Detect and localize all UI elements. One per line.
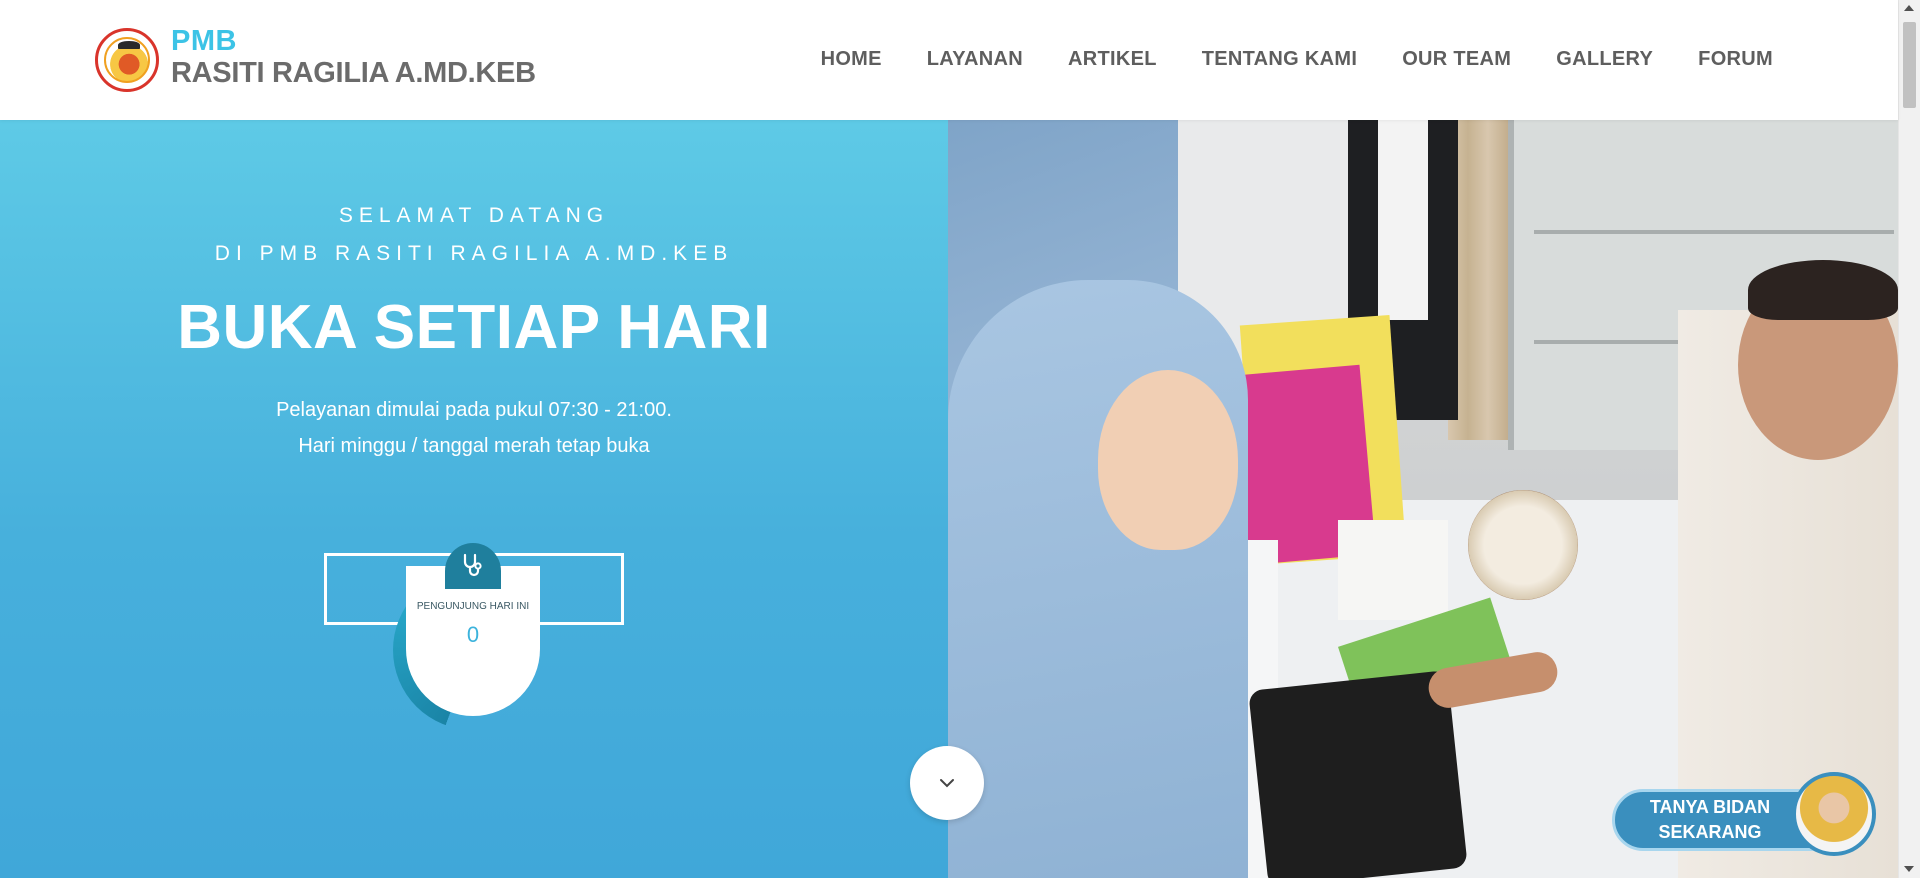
nav-artikel[interactable]: ARTIKEL	[1068, 48, 1157, 71]
welcome-line-2: DI PMB RASITI RAGILIA A.MD.KEB	[214, 242, 734, 265]
nav-home[interactable]: HOME	[821, 48, 882, 71]
clinic-logo[interactable]	[95, 28, 159, 92]
chat-label-line-2[interactable]: SEKARANG	[1612, 822, 1808, 843]
scroll-up-arrow-icon[interactable]	[1904, 5, 1914, 11]
nav-tentang-kami[interactable]: TENTANG KAMI	[1202, 48, 1357, 71]
nav-layanan[interactable]: LAYANAN	[927, 48, 1023, 71]
logo-bird-icon	[118, 41, 140, 49]
hero-panel: SELAMAT DATANG DI PMB RASITI RAGILIA A.M…	[0, 120, 948, 878]
chevron-down-icon	[940, 779, 954, 788]
nav-gallery[interactable]: GALLERY	[1556, 48, 1653, 71]
visitor-counter-value: 0	[466, 622, 480, 647]
brand-name-bottom[interactable]: RASITI RAGILIA A.MD.KEB	[171, 57, 536, 90]
welcome-line-1: SELAMAT DATANG	[338, 204, 610, 227]
scroll-down-button[interactable]	[910, 746, 984, 820]
hero-photo	[948, 120, 1898, 878]
page-scrollbar[interactable]	[1898, 0, 1920, 878]
chat-label-line-1[interactable]: TANYA BIDAN	[1612, 797, 1808, 818]
midwife-avatar[interactable]	[1792, 772, 1876, 856]
visitor-counter-label: PENGUNJUNG HARI INI	[416, 601, 530, 612]
scrollbar-thumb[interactable]	[1903, 22, 1916, 108]
nav-forum[interactable]: FORUM	[1698, 48, 1773, 71]
scroll-down-arrow-icon[interactable]	[1904, 866, 1914, 872]
brand-name-top[interactable]: PMB	[171, 25, 237, 58]
hours-text: Pelayanan dimulai pada pukul 07:30 - 21:…	[276, 399, 672, 421]
nav-our-team[interactable]: OUR TEAM	[1402, 48, 1511, 71]
holiday-text: Hari minggu / tanggal merah tetap buka	[298, 435, 650, 457]
site-header: PMB RASITI RAGILIA A.MD.KEB HOME LAYANAN…	[0, 0, 1898, 120]
main-nav: HOME LAYANAN ARTIKEL TENTANG KAMI OUR TE…	[821, 48, 1773, 71]
hero-headline: BUKA SETIAP HARI	[177, 293, 771, 362]
